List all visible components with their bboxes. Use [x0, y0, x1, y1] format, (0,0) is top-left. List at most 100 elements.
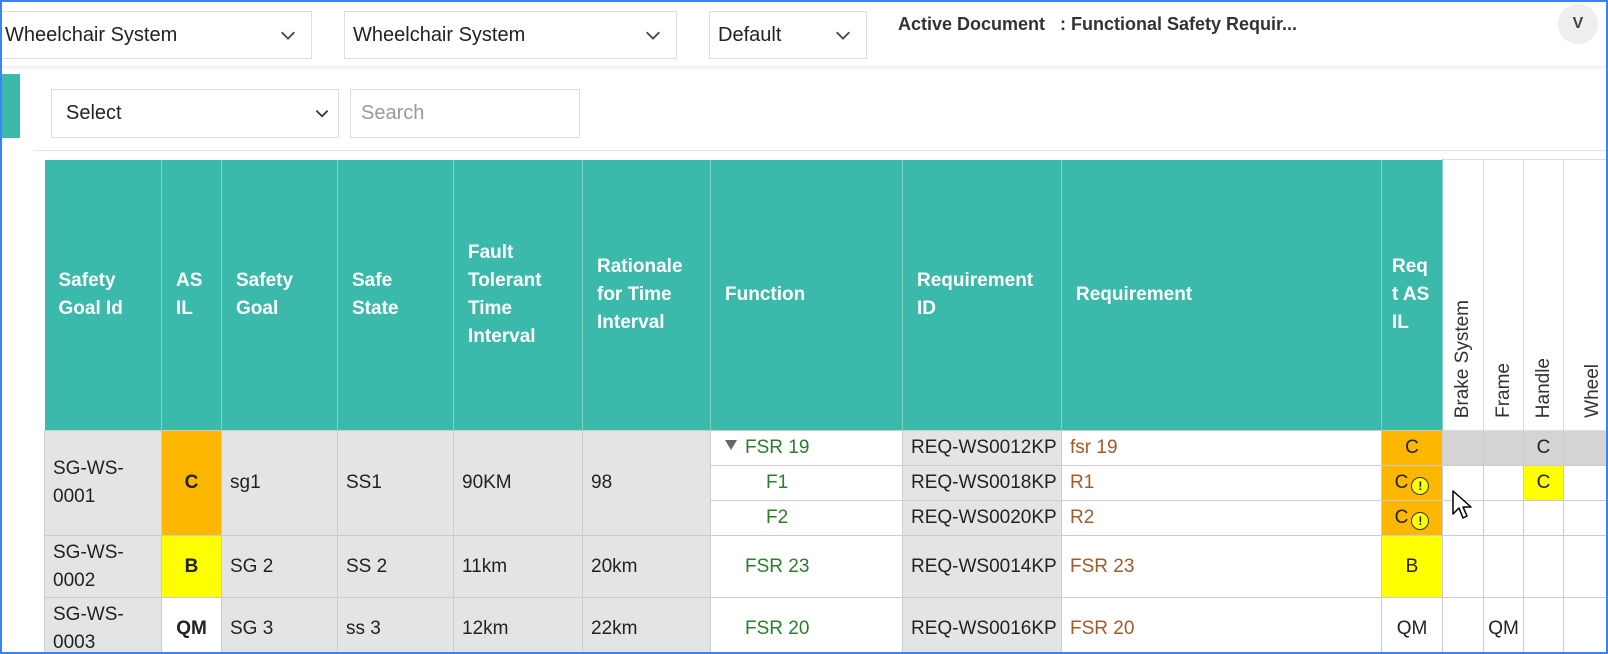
function-cell[interactable]: F1 [710, 465, 903, 501]
project-select-1[interactable]: Wheelchair System [0, 11, 312, 59]
function-cell[interactable]: F2 [710, 500, 903, 536]
requirement-cell[interactable]: R2 [1061, 500, 1382, 536]
asil-cell: B [161, 535, 222, 598]
brake-system-cell[interactable] [1442, 535, 1484, 598]
safety-goal-id-cell: SG-WS-0001 [44, 430, 162, 536]
safety-requirements-table: Safety Goal Id ASIL Safety Goal Safe Sta… [44, 159, 1608, 654]
safety-goal-cell: SG 2 [221, 535, 338, 598]
safe-state-cell: ss 3 [337, 597, 454, 654]
top-bar: Wheelchair System Wheelchair System Defa… [0, 0, 1608, 66]
reqt-asil-cell: QM [1381, 597, 1443, 654]
requirement-id-cell: REQ-WS0020KP [902, 500, 1062, 536]
requirement-id-cell: REQ-WS0012KP [902, 430, 1062, 466]
frame-cell[interactable] [1483, 535, 1524, 598]
sidebar-toggle-tab[interactable] [2, 74, 20, 138]
wheel-cell[interactable] [1563, 500, 1608, 536]
frame-cell[interactable] [1483, 430, 1524, 466]
col-header-frame[interactable]: Frame [1483, 159, 1524, 431]
project-select-2-value: Wheelchair System [353, 23, 526, 46]
filter-select[interactable]: Select [51, 89, 339, 138]
reqt-asil-cell: C! [1381, 465, 1443, 501]
rationale-cell: 22km [582, 597, 711, 654]
wheel-cell[interactable] [1563, 465, 1608, 501]
asil-cell: QM [161, 597, 222, 654]
reqt-asil-cell: B [1381, 535, 1443, 598]
col-header-function[interactable]: Function [710, 159, 903, 431]
project-select-1-value: Wheelchair System [5, 23, 178, 46]
safety-goal-id-cell: SG-WS-0002 [44, 535, 162, 598]
brake-system-cell[interactable] [1442, 430, 1484, 466]
safe-state-cell: SS1 [337, 430, 454, 536]
rationale-cell: 98 [582, 430, 711, 536]
ftti-cell: 90KM [453, 430, 583, 536]
table-header-row: Safety Goal Id ASIL Safety Goal Safe Sta… [44, 159, 1608, 431]
ftti-cell: 11km [453, 535, 583, 598]
col-header-requirement-id[interactable]: Requirement ID [902, 159, 1062, 431]
chevron-down-icon [836, 31, 850, 40]
collapse-triangle-icon[interactable] [725, 440, 737, 450]
reqt-asil-value: C [1394, 471, 1409, 493]
table-row[interactable]: SG-WS-0002 B SG 2 SS 2 11km 20km FSR 23 … [44, 535, 1608, 598]
handle-cell[interactable]: C [1523, 430, 1564, 466]
col-header-handle[interactable]: Handle [1523, 159, 1564, 431]
requirement-cell[interactable]: R1 [1061, 465, 1382, 501]
function-label: FSR 19 [745, 437, 810, 458]
handle-cell[interactable] [1523, 500, 1564, 536]
warning-icon[interactable]: ! [1411, 476, 1430, 495]
filter-select-value: Select [66, 102, 122, 124]
table-row[interactable]: SG-WS-0001 C sg1 SS1 90KM 98 FSR 19 REQ-… [44, 430, 1608, 536]
col-header-wheel[interactable]: Wheel [1563, 159, 1608, 431]
config-select[interactable]: Default [709, 11, 867, 59]
safety-goal-id-cell: SG-WS-0003 [44, 597, 162, 654]
requirement-cell[interactable]: fsr 19 [1061, 430, 1382, 466]
avatar[interactable]: V [1558, 4, 1598, 44]
active-document-label: Active Document [898, 14, 1046, 34]
wheel-cell[interactable] [1563, 430, 1608, 466]
table-row[interactable]: SG-WS-0003 QM SG 3 ss 3 12km 22km FSR 20… [44, 597, 1608, 654]
safe-state-cell: SS 2 [337, 535, 454, 598]
config-select-value: Default [718, 23, 782, 46]
wheel-cell[interactable] [1563, 597, 1608, 654]
project-select-2[interactable]: Wheelchair System [344, 11, 677, 59]
requirement-cell[interactable]: FSR 20 [1061, 597, 1382, 654]
avatar-text: V [1572, 15, 1584, 32]
col-header-requirement[interactable]: Requirement [1061, 159, 1382, 431]
frame-cell[interactable]: QM [1483, 597, 1524, 654]
col-header-safety-goal-id[interactable]: Safety Goal Id [44, 159, 162, 431]
handle-cell[interactable]: C [1523, 465, 1564, 501]
mouse-cursor-icon [1452, 490, 1472, 519]
col-header-ftti[interactable]: Fault Tolerant Time Interval [453, 159, 583, 431]
handle-cell[interactable] [1523, 597, 1564, 654]
function-cell[interactable]: FSR 19 [710, 430, 903, 466]
asil-cell: C [161, 430, 222, 536]
handle-cell[interactable] [1523, 535, 1564, 598]
col-header-reqt-asil[interactable]: Reqt ASIL [1381, 159, 1443, 431]
reqt-asil-cell: C! [1381, 500, 1443, 536]
frame-cell[interactable] [1483, 500, 1524, 536]
safety-goal-cell: sg1 [221, 430, 338, 536]
frame-cell[interactable] [1483, 465, 1524, 501]
chevron-down-icon [281, 31, 295, 40]
search-input[interactable] [350, 89, 580, 138]
brake-system-cell[interactable] [1442, 597, 1484, 654]
reqt-asil-value: C [1394, 506, 1409, 528]
reqt-asil-cell: C [1381, 430, 1443, 466]
col-header-wheel-label: Wheel [1582, 364, 1603, 418]
active-document-value: : Functional Safety Requir... [1060, 14, 1298, 34]
col-header-handle-label: Handle [1532, 357, 1554, 418]
requirement-id-cell: REQ-WS0014KP [902, 535, 1062, 598]
col-header-safety-goal[interactable]: Safety Goal [221, 159, 338, 431]
requirement-id-cell: REQ-WS0018KP [902, 465, 1062, 501]
safety-goal-cell: SG 3 [221, 597, 338, 654]
requirement-id-cell: REQ-WS0016KP [902, 597, 1062, 654]
requirement-cell[interactable]: FSR 23 [1061, 535, 1382, 598]
col-header-safe-state[interactable]: Safe State [337, 159, 454, 431]
col-header-asil[interactable]: ASIL [161, 159, 222, 431]
wheel-cell[interactable] [1563, 535, 1608, 598]
col-header-brake-system[interactable]: Brake System [1442, 159, 1484, 431]
function-cell[interactable]: FSR 20 [710, 597, 903, 654]
warning-icon[interactable]: ! [1411, 511, 1430, 530]
col-header-brake-system-label: Brake System [1452, 299, 1473, 418]
function-cell[interactable]: FSR 23 [710, 535, 903, 598]
col-header-rationale[interactable]: Rationale for Time Interval [582, 159, 711, 431]
